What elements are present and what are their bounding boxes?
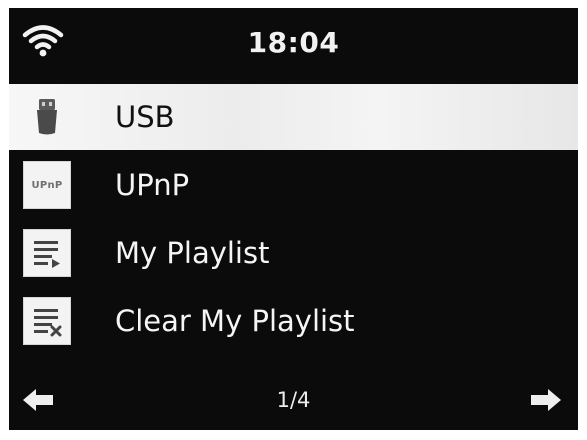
usb-icon (23, 93, 71, 141)
menu-item-upnp[interactable]: UPnP UPnP (9, 152, 578, 218)
clock-time: 18:04 (247, 26, 340, 59)
menu-item-label: My Playlist (115, 236, 270, 270)
menu-item-label: USB (115, 100, 175, 134)
upnp-icon-text: UPnP (31, 179, 63, 191)
arrow-right-icon[interactable] (529, 387, 563, 413)
page-indicator: 1/4 (276, 388, 311, 412)
upnp-icon: UPnP (23, 161, 71, 209)
playlist-play-icon (23, 229, 71, 277)
menu-item-usb[interactable]: USB (9, 84, 578, 150)
device-screen: 18:04 USB UPnP UPnP My Playlist Clear My… (9, 8, 578, 430)
menu-item-label: Clear My Playlist (115, 304, 355, 338)
menu-item-clear-my-playlist[interactable]: Clear My Playlist (9, 288, 578, 354)
playlist-clear-icon (23, 297, 71, 345)
menu-item-my-playlist[interactable]: My Playlist (9, 220, 578, 286)
menu-item-label: UPnP (115, 168, 190, 202)
